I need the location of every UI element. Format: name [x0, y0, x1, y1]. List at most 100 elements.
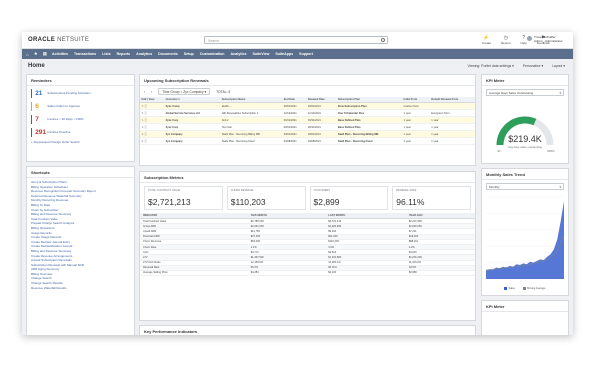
star-icon[interactable]: ★ [34, 51, 38, 57]
trend-period-select[interactable]: Monthly ▾ [486, 183, 564, 190]
kpi-meter-select[interactable]: Average Days Sales Outstanding ▾ [486, 89, 564, 96]
table-cell: 1 year [402, 137, 430, 145]
table-cell[interactable]: ✎ ⓘ [140, 116, 165, 124]
table-cell: SaaS Plan - Recurring Billing MB [336, 130, 403, 138]
table-cell[interactable]: Test Sub [220, 123, 283, 131]
shortcuts-list: Items & Subscription Plans Billing Operat… [27, 178, 134, 290]
reminder-label: Sales Orders to Approve [47, 103, 80, 108]
table-cell[interactable]: Zyxx Corp [164, 123, 221, 131]
reminder-bar [31, 102, 33, 111]
reminder-count: 21 [35, 90, 43, 97]
prev-page-button[interactable]: ‹ [144, 90, 145, 94]
nav-item[interactable]: Setup [184, 52, 194, 56]
table-cell[interactable]: Sub 2 [220, 116, 283, 124]
nav-item[interactable]: SuiteApps [275, 52, 293, 56]
page-option-link[interactable]: Personalize ▾ [523, 64, 543, 68]
nav-item[interactable]: Lists [102, 52, 110, 56]
renewals-table: Edit | View Customer ▾ Subscription Name En… [140, 97, 475, 145]
table-cell[interactable]: Zyxx Corp [164, 116, 221, 124]
search-input[interactable]: Search [204, 36, 388, 44]
table-cell[interactable]: ✎ ⓘ [140, 102, 165, 110]
metric-tile: RENEWAL RATE 96.11% [392, 186, 471, 210]
page-options: Viewing: Portlet data settings ▾ Personal… [467, 64, 565, 68]
netsuite-logo[interactable]: ORACLE NETSUITE [28, 37, 89, 43]
metric-label: CHURN REVENUE [230, 189, 254, 192]
table-cell: 1 year [402, 123, 430, 131]
metric-value: 96.11% [396, 197, 425, 207]
sales-trend-portlet: Monthly Sales Trend Monthly ▾ Sales Movin… [481, 168, 569, 296]
table-row: ✎ ⓘ Global Service Services Ltd H&I Renewa… [140, 109, 475, 117]
tool-recent[interactable]: ◷ Recent [501, 35, 511, 45]
table-cell: Custom Term [402, 102, 430, 110]
legend-sales[interactable]: Sales [504, 287, 515, 290]
table-row: ✎ ⓘ Zyx Company SaaS Plan - Recurring Fixe… [140, 137, 475, 145]
tool-help[interactable]: ? Help [521, 35, 527, 45]
grid-icon[interactable]: ▦ [43, 51, 47, 57]
reminder-label: Invoices > 30 Days > 100% [47, 116, 84, 121]
table-cell: 04/08/2021 [282, 137, 307, 145]
table-cell[interactable]: SaaS Plan - Recurring Fixed [220, 137, 283, 145]
nav-item[interactable]: Support [299, 52, 313, 56]
reminders-title: Reminders [27, 75, 134, 86]
page-option-link[interactable]: Viewing: Portlet data settings ▾ [467, 64, 513, 68]
table-cell[interactable]: ✎ ⓘ [140, 130, 165, 138]
reminders-list: 21 Subscriptions Pending Activation 6 Sales… [27, 88, 134, 138]
avatar [527, 35, 532, 41]
table-cell: $3,980 [405, 270, 475, 277]
table-row: ✎ ⓘ Zyx Company SaaS Plan - Recurring Bill… [140, 130, 475, 138]
suppressed-order-search-link[interactable]: + Suppressed Change Order Search [31, 140, 130, 144]
page-option-link[interactable]: Layout ▾ [552, 64, 565, 68]
home-header: Home Viewing: Portlet data settings ▾ Per… [22, 59, 573, 72]
kpi-meter-select-value: Average Days Sales Outstanding [489, 91, 534, 95]
nav-item[interactable]: Analytics [230, 52, 246, 56]
nav-item[interactable]: Customization [200, 52, 225, 56]
table-cell[interactable]: Global Service Services Ltd [164, 109, 221, 117]
series-sales-area[interactable] [486, 201, 564, 279]
nav-item[interactable]: Transactions [74, 52, 96, 56]
legend-moving-average[interactable]: Moving Average [522, 287, 546, 290]
table-cell: 1 year [429, 130, 475, 138]
table-cell[interactable]: ✎ ⓘ [140, 137, 165, 145]
sales-trend-chart [486, 196, 565, 280]
metric-tile: CUSTOMERS $2,899 [309, 186, 389, 210]
nav-item[interactable]: Reports [117, 52, 131, 56]
table-cell[interactable]: Zyxx Comp [164, 102, 221, 110]
table-cell: 03/01/2021 [306, 102, 337, 110]
metric-value: $110,203 [230, 197, 266, 207]
metrics-title: Subscription Metrics [140, 172, 475, 183]
table-cell[interactable]: H&I Renewables Subscription 1 [220, 109, 283, 117]
tool-create[interactable]: ⚡ Create [482, 35, 491, 45]
home-icon[interactable]: ⌂ [26, 52, 29, 57]
user-menu[interactable]: Troves Schiaffer Admin - Administrator [527, 35, 563, 43]
table-cell[interactable]: SaaS Plan - Recurring Billing MB [220, 130, 283, 138]
shortcut-link[interactable]: Revenue Waterfall Results [31, 286, 134, 291]
table-cell[interactable]: abc#1-... [220, 102, 283, 110]
table-cell[interactable]: ✎ ⓘ [140, 109, 165, 117]
kpi-gauge: $219.4K Avg days sales outstanding $0 $3… [496, 116, 555, 153]
renewals-filter-select[interactable]: Time Group = Zyx Company ▾ [158, 88, 211, 95]
table-cell: 1 year [402, 130, 430, 138]
table-cell: 12/12/2021 [306, 109, 337, 117]
reminder-item[interactable]: 6 Sales Orders to Approve [31, 101, 130, 112]
metrics-table: INDICATOR THIS MONTH LAST MONTH YEAR AGO To… [140, 213, 475, 277]
nav-item[interactable]: SuiteView [252, 52, 269, 56]
next-page-button[interactable]: › [151, 90, 152, 94]
nav-item[interactable]: Analytics [136, 52, 152, 56]
table-row: Average Selling Price $4,284 $4,100 $3,980 [140, 270, 475, 277]
chevron-down-icon: ▾ [559, 184, 561, 189]
chart-legend: Sales Moving Average [482, 287, 568, 290]
nav-item[interactable]: Documents [158, 52, 178, 56]
reminder-item[interactable]: 21 Subscriptions Pending Activation [31, 88, 130, 99]
table-cell[interactable]: ✎ ⓘ [140, 123, 165, 131]
table-cell[interactable]: Zyx Company [164, 137, 221, 145]
table-cell: 1 year [402, 116, 430, 124]
reminder-count: 291 [35, 129, 47, 136]
table-cell[interactable]: Zyx Company [164, 130, 221, 138]
reminder-item[interactable]: 7 Invoices > 30 Days > 100% [31, 114, 130, 125]
table-cell: 03/31/2021 [306, 123, 337, 131]
nav-item[interactable]: Activities [52, 52, 68, 56]
search-icon[interactable] [381, 38, 385, 42]
metric-value: $2,721,213 [148, 197, 191, 207]
reminder-item[interactable]: 291 Invoices Overdue [31, 127, 130, 138]
renewals-portlet: Upcoming Subscription Renewals ‹ › Time … [139, 74, 476, 166]
